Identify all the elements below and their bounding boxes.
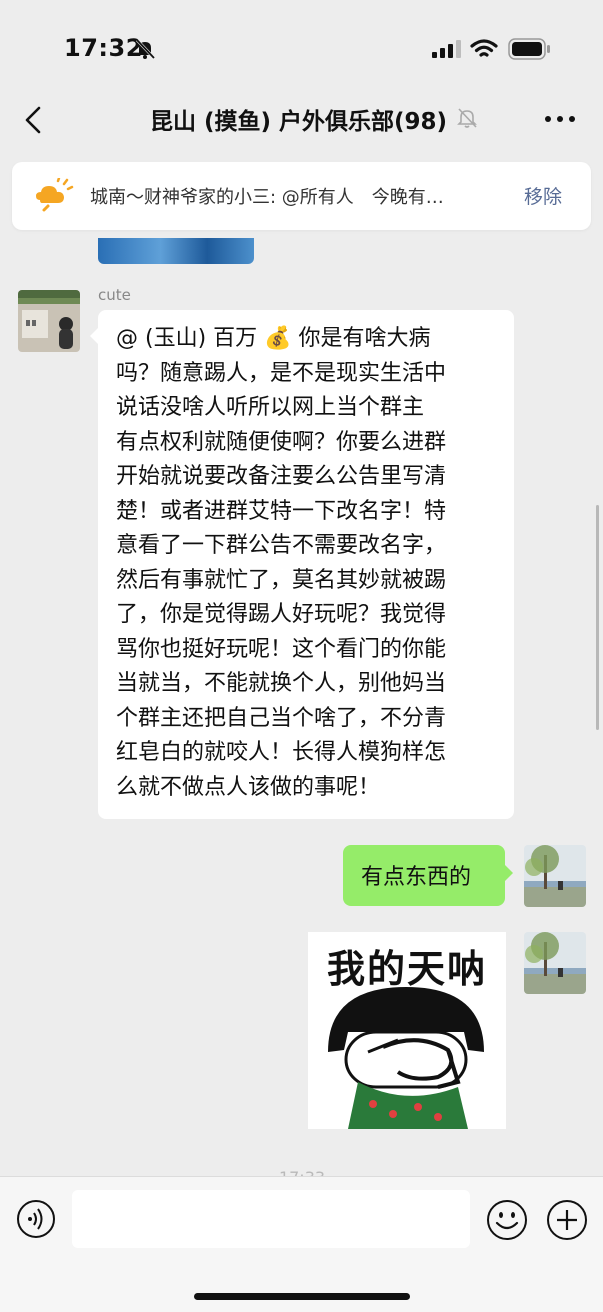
home-indicator	[194, 1293, 410, 1300]
my-avatar[interactable]	[524, 932, 586, 994]
remove-pinned-button[interactable]: 移除	[524, 182, 562, 209]
back-arrow-icon[interactable]	[22, 102, 46, 138]
avatar[interactable]	[18, 290, 80, 352]
status-time: 17:32	[64, 34, 143, 62]
plus-icon[interactable]	[546, 1199, 588, 1241]
my-message-bubble[interactable]: 有点东西的	[343, 845, 513, 906]
chat-title: 昆山 (摸鱼) 户外俱乐部(98)	[150, 109, 448, 135]
chat-header: 昆山 (摸鱼) 户外俱乐部(98)	[0, 92, 603, 150]
scrollbar[interactable]	[596, 505, 599, 730]
sender-name: cute	[98, 286, 131, 304]
my-avatar[interactable]	[524, 845, 586, 907]
message-input[interactable]	[72, 1190, 470, 1248]
previous-image-message[interactable]	[98, 238, 254, 264]
message-bubble[interactable]: @ (玉山) 百万 💰 你是有啥大病 吗？随意踢人，是不是现实生活中 说话没啥人…	[90, 310, 514, 819]
pinned-announcement[interactable]: 城南～财神爷家的小三: @所有人 今晚有… 移除	[12, 162, 591, 230]
message-text: 有点东西的	[361, 865, 472, 890]
input-bar	[0, 1176, 603, 1312]
sticker-message[interactable]: 我的天呐	[308, 932, 506, 1129]
wifi-icon	[470, 39, 498, 57]
status-bar: 17:32	[0, 0, 603, 92]
mute-bell-icon	[457, 108, 477, 128]
bell-slash-icon	[135, 38, 156, 60]
emoji-icon[interactable]	[486, 1199, 528, 1241]
message-text: @ (玉山) 百万 💰 你是有啥大病 吗？随意踢人，是不是现实生活中 说话没啥人…	[116, 326, 447, 800]
cellular-signal-icon	[432, 40, 461, 58]
announcement-sun-icon	[36, 178, 74, 212]
pinned-text: 城南～财神爷家的小三: @所有人 今晚有…	[90, 187, 444, 208]
more-options-icon[interactable]	[544, 114, 576, 124]
voice-input-icon[interactable]	[16, 1199, 56, 1239]
facepalm-sticker-image	[328, 987, 484, 1129]
battery-icon	[508, 38, 550, 60]
